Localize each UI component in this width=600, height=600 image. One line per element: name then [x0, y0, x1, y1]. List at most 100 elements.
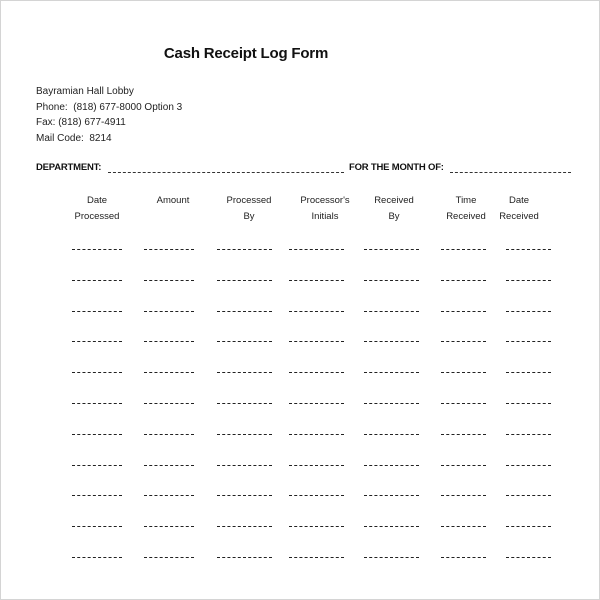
column-header-line2: Processed — [74, 211, 120, 222]
blank-entry-field[interactable] — [289, 495, 344, 496]
department-label: DEPARTMENT: — [36, 162, 102, 173]
column-header: Amount — [157, 193, 190, 225]
blank-entry-field[interactable] — [506, 526, 551, 527]
blank-entry-field[interactable] — [72, 372, 122, 373]
blank-entry-field[interactable] — [506, 311, 551, 312]
blank-entry-field[interactable] — [364, 403, 419, 404]
blank-entry-field[interactable] — [441, 372, 486, 373]
month-field[interactable] — [450, 172, 571, 173]
column-header-line1: Date — [508, 195, 530, 206]
month-label: FOR THE MONTH OF: — [349, 162, 444, 173]
blank-entry-field[interactable] — [144, 526, 194, 527]
blank-entry-field[interactable] — [72, 434, 122, 435]
blank-entry-field[interactable] — [441, 280, 486, 281]
blank-entry-field[interactable] — [144, 249, 194, 250]
column-header-line2: By — [388, 211, 400, 222]
blank-entry-field[interactable] — [364, 341, 419, 342]
column-header: Received By — [374, 193, 414, 225]
blank-entry-field[interactable] — [289, 403, 344, 404]
blank-entry-field[interactable] — [441, 495, 486, 496]
blank-entry-field[interactable] — [217, 311, 272, 312]
blank-entry-field[interactable] — [72, 465, 122, 466]
address-block: Bayramian Hall Lobby Phone: (818) 677-80… — [36, 84, 182, 146]
blank-entry-field[interactable] — [72, 495, 122, 496]
blank-entry-field[interactable] — [289, 341, 344, 342]
blank-entry-field[interactable] — [72, 557, 122, 558]
blank-entry-field[interactable] — [217, 557, 272, 558]
blank-entry-field[interactable] — [217, 434, 272, 435]
blank-entry-field[interactable] — [144, 557, 194, 558]
blank-entry-field[interactable] — [217, 526, 272, 527]
address-phone: Phone: (818) 677-8000 Option 3 — [36, 101, 183, 113]
blank-entry-field[interactable] — [217, 403, 272, 404]
column-header-line1: Amount — [156, 195, 190, 206]
blank-entry-field[interactable] — [217, 280, 272, 281]
blank-entry-field[interactable] — [289, 526, 344, 527]
blank-entry-field[interactable] — [144, 495, 194, 496]
blank-entry-field[interactable] — [364, 311, 419, 312]
blank-entry-field[interactable] — [441, 403, 486, 404]
blank-entry-field[interactable] — [289, 372, 344, 373]
blank-entry-field[interactable] — [217, 372, 272, 373]
blank-entry-field[interactable] — [72, 249, 122, 250]
blank-entry-field[interactable] — [217, 495, 272, 496]
blank-entry-field[interactable] — [506, 557, 551, 558]
blank-entry-field[interactable] — [506, 249, 551, 250]
blank-entry-field[interactable] — [72, 341, 122, 342]
blank-entry-field[interactable] — [289, 434, 344, 435]
blank-entry-field[interactable] — [506, 372, 551, 373]
column-header-line2: Received — [446, 211, 486, 222]
blank-entry-field[interactable] — [441, 465, 486, 466]
column-header: Time Received — [446, 193, 486, 225]
column-header: Processed By — [227, 193, 272, 225]
blank-entry-field[interactable] — [217, 249, 272, 250]
blank-entry-field[interactable] — [144, 465, 194, 466]
column-header-line1: Time — [455, 195, 477, 206]
column-header: Processor's Initials — [300, 193, 349, 225]
blank-entry-field[interactable] — [289, 557, 344, 558]
department-field[interactable] — [108, 172, 344, 173]
blank-entry-field[interactable] — [506, 341, 551, 342]
blank-entry-field[interactable] — [364, 249, 419, 250]
blank-entry-field[interactable] — [289, 280, 344, 281]
blank-entry-field[interactable] — [144, 280, 194, 281]
blank-entry-field[interactable] — [72, 526, 122, 527]
blank-entry-field[interactable] — [441, 526, 486, 527]
blank-entry-field[interactable] — [441, 341, 486, 342]
blank-entry-field[interactable] — [506, 434, 551, 435]
blank-entry-field[interactable] — [144, 372, 194, 373]
blank-entry-field[interactable] — [441, 311, 486, 312]
blank-entry-field[interactable] — [217, 341, 272, 342]
blank-entry-field[interactable] — [364, 557, 419, 558]
blank-entry-field[interactable] — [364, 465, 419, 466]
blank-entry-field[interactable] — [217, 465, 272, 466]
blank-entry-field[interactable] — [506, 280, 551, 281]
blank-entry-field[interactable] — [289, 465, 344, 466]
blank-entry-field[interactable] — [441, 557, 486, 558]
blank-entry-field[interactable] — [72, 280, 122, 281]
blank-entry-field[interactable] — [364, 434, 419, 435]
blank-entry-field[interactable] — [144, 341, 194, 342]
column-header-line1: Received — [374, 195, 414, 206]
blank-entry-field[interactable] — [144, 434, 194, 435]
blank-entry-field[interactable] — [441, 249, 486, 250]
blank-entry-field[interactable] — [441, 434, 486, 435]
blank-entry-field[interactable] — [506, 465, 551, 466]
blank-entry-field[interactable] — [506, 495, 551, 496]
blank-entry-field[interactable] — [506, 403, 551, 404]
blank-entry-field[interactable] — [72, 403, 122, 404]
blank-entry-field[interactable] — [364, 495, 419, 496]
blank-entry-field[interactable] — [289, 311, 344, 312]
document-page: Cash Receipt Log Form Bayramian Hall Lob… — [0, 0, 600, 600]
blank-entry-field[interactable] — [144, 403, 194, 404]
blank-entry-field[interactable] — [72, 311, 122, 312]
address-mail-code: Mail Code: 8214 — [36, 132, 112, 144]
column-header: Date Received — [499, 193, 539, 225]
blank-entry-field[interactable] — [144, 311, 194, 312]
address-location: Bayramian Hall Lobby — [36, 86, 134, 97]
blank-entry-field[interactable] — [289, 249, 344, 250]
blank-entry-field[interactable] — [364, 526, 419, 527]
blank-entry-field[interactable] — [364, 280, 419, 281]
column-header-line2: Initials — [311, 211, 339, 222]
blank-entry-field[interactable] — [364, 372, 419, 373]
